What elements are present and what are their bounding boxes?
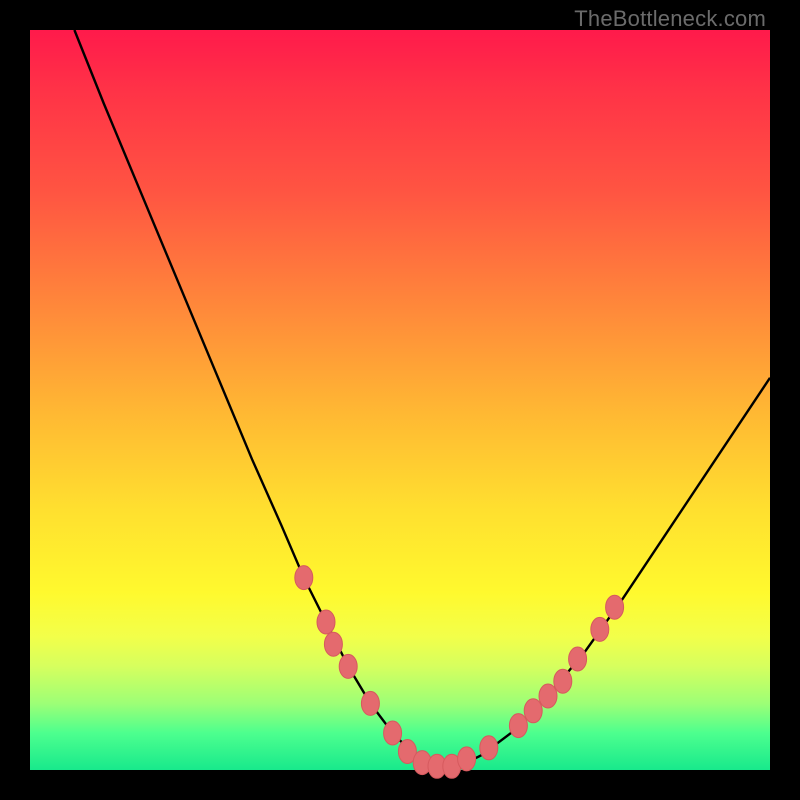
plot-area — [30, 30, 770, 770]
curve-marker — [524, 699, 542, 723]
curve-marker — [539, 684, 557, 708]
curve-marker — [317, 610, 335, 634]
curve-marker — [339, 654, 357, 678]
curve-markers — [295, 566, 624, 779]
curve-marker — [509, 714, 527, 738]
curve-marker — [324, 632, 342, 656]
bottleneck-curve — [74, 30, 770, 766]
curve-marker — [361, 691, 379, 715]
curve-marker — [458, 747, 476, 771]
curve-marker — [480, 736, 498, 760]
curve-marker — [384, 721, 402, 745]
chart-frame: TheBottleneck.com — [0, 0, 800, 800]
curve-marker — [295, 566, 313, 590]
curve-marker — [569, 647, 587, 671]
curve-marker — [591, 617, 609, 641]
curve-marker — [606, 595, 624, 619]
curve-svg — [30, 30, 770, 770]
curve-marker — [554, 669, 572, 693]
watermark-text: TheBottleneck.com — [574, 6, 766, 32]
